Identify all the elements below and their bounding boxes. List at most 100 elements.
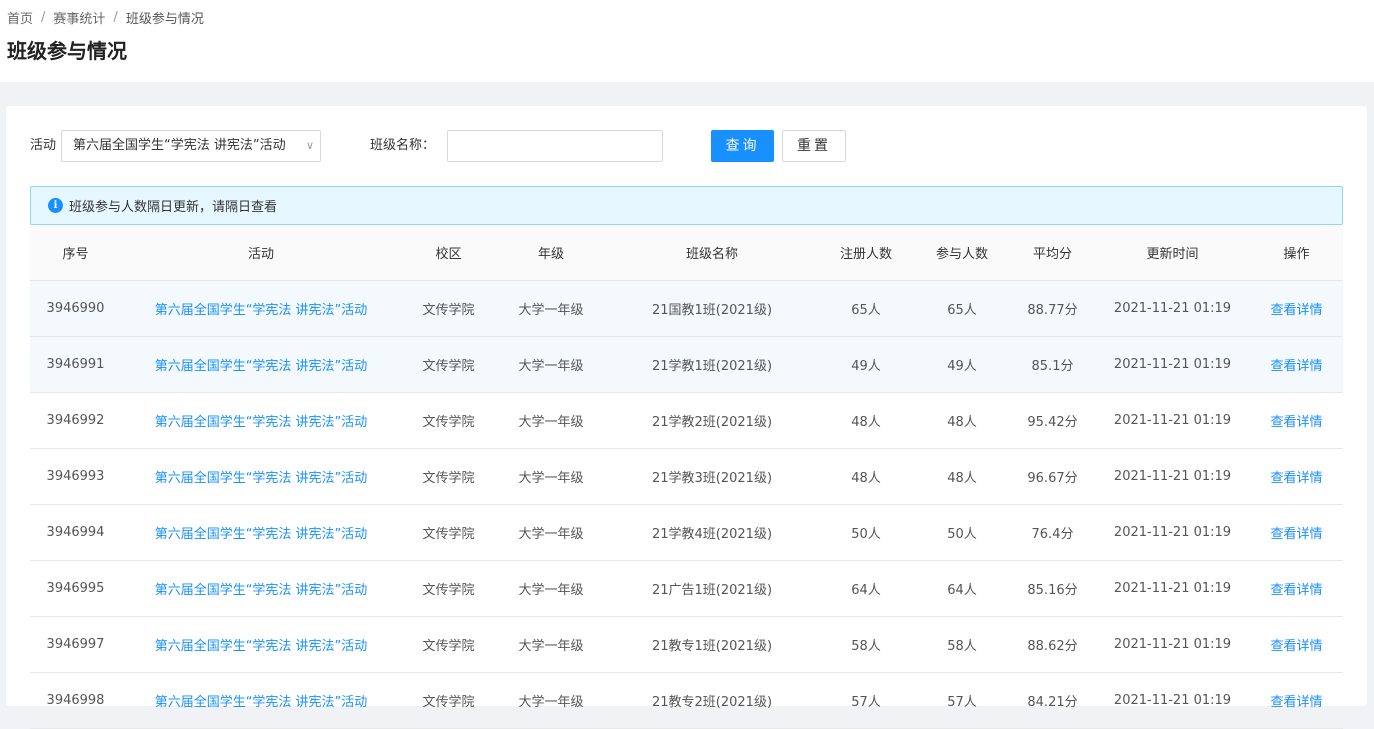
cell-campus: 文传学院 — [401, 336, 496, 393]
cell-activity-link: 第六届全国学生“学宪法 讲宪法”活动 — [121, 280, 401, 337]
cell-participants: 50人 — [914, 504, 1010, 561]
view-details-link[interactable]: 查看详情 — [1270, 583, 1322, 598]
activity-label: 活动 — [30, 138, 57, 153]
cell-action: 查看详情 — [1250, 280, 1343, 337]
class-name-input[interactable] — [447, 130, 663, 162]
cell-updated: 2021-11-21 01:19 — [1095, 280, 1250, 337]
content-card: 活动 第六届全国学生“学宪法 讲宪法”活动 ∨ 班级名称： 查询 重置 i 班级… — [6, 106, 1367, 729]
activity-select[interactable]: 第六届全国学生“学宪法 讲宪法”活动 ∨ — [61, 130, 321, 162]
cell-registered: 48人 — [818, 448, 914, 505]
activity-link[interactable]: 第六届全国学生“学宪法 讲宪法”活动 — [155, 415, 368, 430]
view-details-link[interactable]: 查看详情 — [1270, 415, 1322, 430]
breadcrumb-separator: / — [41, 9, 46, 25]
table-row: 3946994 第六届全国学生“学宪法 讲宪法”活动 文传学院 大学一年级 21… — [30, 504, 1343, 561]
cell-campus: 文传学院 — [401, 504, 496, 561]
activity-link[interactable]: 第六届全国学生“学宪法 讲宪法”活动 — [155, 527, 368, 542]
class-participation-table: 序号 活动 校区 年级 班级名称 注册人数 参与人数 平均分 更新时间 操作 3… — [30, 225, 1343, 729]
cell-activity-link: 第六届全国学生“学宪法 讲宪法”活动 — [121, 672, 401, 729]
cell-updated: 2021-11-21 01:19 — [1095, 672, 1250, 729]
breadcrumb-home[interactable]: 首页 — [7, 8, 33, 27]
activity-link[interactable]: 第六届全国学生“学宪法 讲宪法”活动 — [155, 359, 368, 374]
view-details-link[interactable]: 查看详情 — [1270, 471, 1322, 486]
cell-participants: 48人 — [914, 392, 1010, 449]
cell-registered: 57人 — [818, 672, 914, 729]
cell-class-name: 21国教1班(2021级) — [606, 280, 818, 337]
cell-id: 3946991 — [30, 336, 121, 393]
cell-action: 查看详情 — [1250, 336, 1343, 393]
view-details-link[interactable]: 查看详情 — [1270, 359, 1322, 374]
cell-id: 3946995 — [30, 560, 121, 617]
breadcrumb-current: 班级参与情况 — [125, 11, 204, 27]
cell-grade: 大学一年级 — [496, 280, 606, 337]
column-header-registered: 注册人数 — [818, 225, 914, 281]
cell-campus: 文传学院 — [401, 616, 496, 673]
cell-action: 查看详情 — [1250, 392, 1343, 449]
activity-link[interactable]: 第六届全国学生“学宪法 讲宪法”活动 — [155, 471, 368, 486]
cell-grade: 大学一年级 — [496, 616, 606, 673]
cell-class-name: 21学教2班(2021级) — [606, 392, 818, 449]
table-row: 3946997 第六届全国学生“学宪法 讲宪法”活动 文传学院 大学一年级 21… — [30, 616, 1343, 673]
cell-average: 96.67分 — [1010, 448, 1095, 505]
reset-button[interactable]: 重置 — [782, 130, 846, 162]
cell-id: 3946994 — [30, 504, 121, 561]
view-details-link[interactable]: 查看详情 — [1270, 303, 1322, 318]
cell-registered: 50人 — [818, 504, 914, 561]
activity-link[interactable]: 第六届全国学生“学宪法 讲宪法”活动 — [155, 583, 368, 598]
column-header-id: 序号 — [30, 225, 121, 281]
cell-activity-link: 第六届全国学生“学宪法 讲宪法”活动 — [121, 336, 401, 393]
view-details-link[interactable]: 查看详情 — [1270, 639, 1322, 654]
cell-class-name: 21学教4班(2021级) — [606, 504, 818, 561]
cell-updated: 2021-11-21 01:19 — [1095, 504, 1250, 561]
cell-class-name: 21教专2班(2021级) — [606, 672, 818, 729]
cell-average: 85.1分 — [1010, 336, 1095, 393]
cell-average: 95.42分 — [1010, 392, 1095, 449]
breadcrumb: 首页 / 赛事统计 / 班级参与情况 — [7, 0, 1374, 27]
cell-action: 查看详情 — [1250, 672, 1343, 729]
cell-grade: 大学一年级 — [496, 336, 606, 393]
cell-activity-link: 第六届全国学生“学宪法 讲宪法”活动 — [121, 560, 401, 617]
cell-participants: 49人 — [914, 336, 1010, 393]
cell-campus: 文传学院 — [401, 560, 496, 617]
cell-participants: 57人 — [914, 672, 1010, 729]
cell-class-name: 21学教1班(2021级) — [606, 336, 818, 393]
chevron-down-icon: ∨ — [305, 139, 314, 152]
cell-participants: 58人 — [914, 616, 1010, 673]
column-header-participants: 参与人数 — [914, 225, 1010, 281]
cell-updated: 2021-11-21 01:19 — [1095, 560, 1250, 617]
cell-updated: 2021-11-21 01:19 — [1095, 448, 1250, 505]
column-header-updated: 更新时间 — [1095, 225, 1250, 281]
activity-link[interactable]: 第六届全国学生“学宪法 讲宪法”活动 — [155, 695, 368, 710]
cell-campus: 文传学院 — [401, 392, 496, 449]
activity-link[interactable]: 第六届全国学生“学宪法 讲宪法”活动 — [155, 639, 368, 654]
cell-registered: 48人 — [818, 392, 914, 449]
page-header: 首页 / 赛事统计 / 班级参与情况 班级参与情况 — [0, 0, 1374, 82]
table-row: 3946990 第六届全国学生“学宪法 讲宪法”活动 文传学院 大学一年级 21… — [30, 280, 1343, 337]
breadcrumb-stats[interactable]: 赛事统计 — [53, 8, 105, 27]
cell-participants: 65人 — [914, 280, 1010, 337]
table-row: 3946992 第六届全国学生“学宪法 讲宪法”活动 文传学院 大学一年级 21… — [30, 392, 1343, 449]
cell-activity-link: 第六届全国学生“学宪法 讲宪法”活动 — [121, 448, 401, 505]
column-header-average: 平均分 — [1010, 225, 1095, 281]
table-row: 3946991 第六届全国学生“学宪法 讲宪法”活动 文传学院 大学一年级 21… — [30, 336, 1343, 393]
cell-grade: 大学一年级 — [496, 560, 606, 617]
cell-campus: 文传学院 — [401, 448, 496, 505]
cell-activity-link: 第六届全国学生“学宪法 讲宪法”活动 — [121, 616, 401, 673]
cell-id: 3946998 — [30, 672, 121, 729]
page-title: 班级参与情况 — [7, 39, 127, 63]
activity-link[interactable]: 第六届全国学生“学宪法 讲宪法”活动 — [155, 303, 368, 318]
cell-average: 88.77分 — [1010, 280, 1095, 337]
cell-participants: 48人 — [914, 448, 1010, 505]
cell-campus: 文传学院 — [401, 280, 496, 337]
notice-banner: i 班级参与人数隔日更新，请隔日查看 — [30, 186, 1343, 225]
breadcrumb-separator: / — [113, 9, 118, 25]
filter-row: 活动 第六届全国学生“学宪法 讲宪法”活动 ∨ 班级名称： 查询 重置 — [30, 130, 1330, 162]
table-row: 3946993 第六届全国学生“学宪法 讲宪法”活动 文传学院 大学一年级 21… — [30, 448, 1343, 505]
cell-action: 查看详情 — [1250, 616, 1343, 673]
table-row: 3946995 第六届全国学生“学宪法 讲宪法”活动 文传学院 大学一年级 21… — [30, 560, 1343, 617]
view-details-link[interactable]: 查看详情 — [1270, 695, 1322, 710]
cell-id: 3946997 — [30, 616, 121, 673]
view-details-link[interactable]: 查看详情 — [1270, 527, 1322, 542]
query-button[interactable]: 查询 — [711, 130, 774, 162]
cell-action: 查看详情 — [1250, 448, 1343, 505]
class-name-label: 班级名称： — [370, 138, 436, 153]
